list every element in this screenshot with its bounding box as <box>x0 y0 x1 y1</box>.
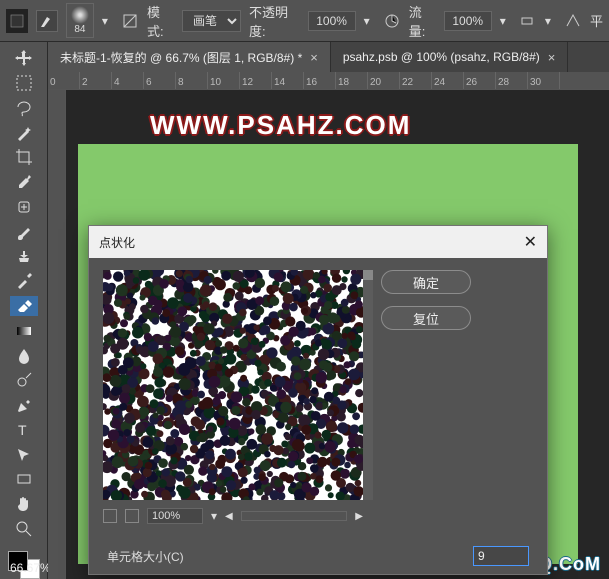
ruler-tick: 24 <box>432 72 464 89</box>
align-label: 平 <box>590 11 603 30</box>
options-bar: 84 ▾ 模式: 画笔 不透明度: ▾ 流量: ▾ ▾ 平 <box>0 0 609 42</box>
cell-size-input[interactable] <box>473 546 529 566</box>
opacity-input[interactable] <box>308 11 356 31</box>
magic-wand-tool[interactable] <box>10 122 38 143</box>
rectangle-tool[interactable] <box>10 469 38 490</box>
ruler-tick: 10 <box>208 72 240 89</box>
filter-preview[interactable] <box>103 270 363 500</box>
ruler-tick: 2 <box>80 72 112 89</box>
airbrush-icon[interactable] <box>519 11 537 31</box>
chevron-down-icon[interactable]: ▾ <box>364 14 375 28</box>
close-icon[interactable]: × <box>310 50 318 65</box>
chevron-down-icon[interactable]: ▾ <box>211 509 217 523</box>
hand-tool[interactable] <box>10 494 38 515</box>
tools-panel: T 66.67% <box>0 42 48 579</box>
mode-label: 模式: <box>147 2 174 40</box>
ruler-tick: 6 <box>144 72 176 89</box>
document-tab[interactable]: psahz.psb @ 100% (psahz, RGB/8#) × <box>331 42 569 72</box>
pointillize-dialog: 点状化 ✕ 100% ▾ ◀ ▶ 确定 复位 单元格大小(C) <box>88 225 548 575</box>
pen-tool[interactable] <box>10 395 38 416</box>
lasso-tool[interactable] <box>10 98 38 119</box>
gradient-tool[interactable] <box>10 320 38 341</box>
brush-size-value: 84 <box>74 24 85 35</box>
dodge-tool[interactable] <box>10 370 38 391</box>
ruler-tick: 14 <box>272 72 304 89</box>
path-selection-tool[interactable] <box>10 444 38 465</box>
pressure-size-icon[interactable] <box>564 11 582 31</box>
tool-preset-picker[interactable] <box>36 10 58 32</box>
ruler-tick: 12 <box>240 72 272 89</box>
ruler-tick: 28 <box>496 72 528 89</box>
brush-tip-preview <box>71 6 89 24</box>
eyedropper-tool[interactable] <box>10 172 38 193</box>
close-icon[interactable]: × <box>548 50 556 65</box>
scroll-left-icon[interactable]: ◀ <box>225 511 233 522</box>
brush-preset-picker[interactable]: 84 <box>66 3 94 38</box>
tab-label: psahz.psb @ 100% (psahz, RGB/8#) <box>343 50 540 64</box>
marquee-tool[interactable] <box>10 73 38 94</box>
zoom-tool[interactable] <box>10 519 38 540</box>
document-tab[interactable]: 未标题-1-恢复的 @ 66.7% (图层 1, RGB/8#) * × <box>48 42 331 72</box>
dialog-titlebar[interactable]: 点状化 ✕ <box>89 226 547 258</box>
brush-panel-icon[interactable] <box>121 11 139 31</box>
zoom-in-icon[interactable] <box>125 509 139 523</box>
clone-stamp-tool[interactable] <box>10 246 38 267</box>
app-menu-icon[interactable] <box>6 9 28 33</box>
tab-label: 未标题-1-恢复的 @ 66.7% (图层 1, RGB/8#) * <box>60 49 302 66</box>
chevron-down-icon[interactable]: ▾ <box>102 14 113 28</box>
ruler-tick: 16 <box>304 72 336 89</box>
scroll-right-icon[interactable]: ▶ <box>355 511 363 522</box>
preview-scrollbar-vertical[interactable] <box>363 270 373 500</box>
blend-mode-select[interactable]: 画笔 <box>182 10 241 32</box>
svg-text:T: T <box>18 422 27 438</box>
chevron-down-icon[interactable]: ▾ <box>545 14 556 28</box>
flow-input[interactable] <box>444 11 492 31</box>
blur-tool[interactable] <box>10 345 38 366</box>
zoom-out-icon[interactable] <box>103 509 117 523</box>
healing-brush-tool[interactable] <box>10 197 38 218</box>
close-icon[interactable]: ✕ <box>524 232 537 252</box>
type-tool[interactable]: T <box>10 419 38 440</box>
brush-tool[interactable] <box>10 221 38 242</box>
ruler-tick: 26 <box>464 72 496 89</box>
opacity-label: 不透明度: <box>249 2 300 40</box>
crop-tool[interactable] <box>10 147 38 168</box>
ruler-tick: 8 <box>176 72 208 89</box>
eraser-tool[interactable] <box>10 296 38 317</box>
document-tab-bar: 未标题-1-恢复的 @ 66.7% (图层 1, RGB/8#) * × psa… <box>0 42 609 72</box>
cell-size-label: 单元格大小(C) <box>107 548 184 565</box>
ruler-tick: 20 <box>368 72 400 89</box>
ruler-tick: 30 <box>528 72 560 89</box>
ruler-tick: 0 <box>48 72 80 89</box>
pressure-opacity-icon[interactable] <box>383 11 401 31</box>
zoom-readout: 66.67% <box>10 561 51 575</box>
ruler-vertical[interactable] <box>48 90 66 579</box>
chevron-down-icon[interactable]: ▾ <box>500 14 511 28</box>
ruler-tick: 18 <box>336 72 368 89</box>
move-tool[interactable] <box>10 48 38 69</box>
ruler-tick: 22 <box>400 72 432 89</box>
ok-button[interactable]: 确定 <box>381 270 471 294</box>
dialog-title: 点状化 <box>99 234 135 251</box>
reset-button[interactable]: 复位 <box>381 306 471 330</box>
ruler-tick: 4 <box>112 72 144 89</box>
history-brush-tool[interactable] <box>10 271 38 292</box>
flow-label: 流量: <box>409 2 436 40</box>
watermark-text: WWW.PSAHZ.COM <box>150 110 411 141</box>
preview-scrollbar-horizontal[interactable] <box>241 511 348 521</box>
preview-zoom-value[interactable]: 100% <box>147 508 203 524</box>
ruler-horizontal[interactable]: 024681012141618202224262830 <box>48 72 609 90</box>
